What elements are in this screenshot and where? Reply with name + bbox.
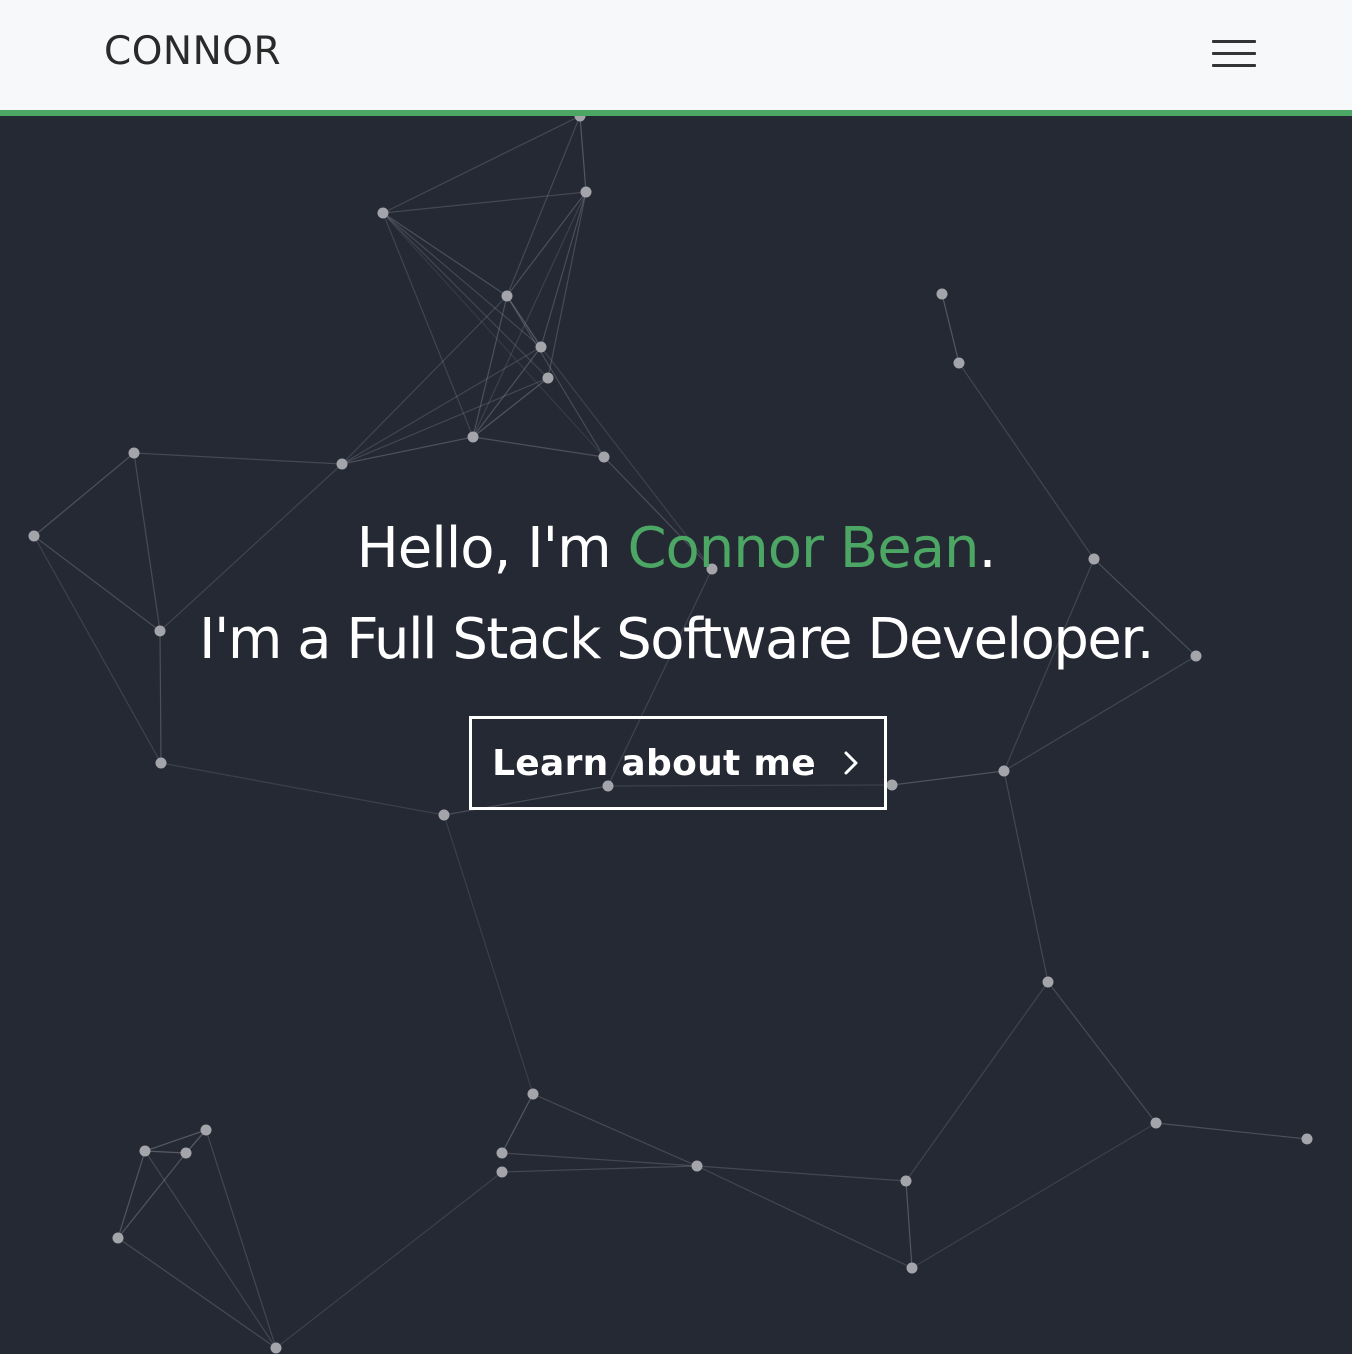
- network-node: [535, 341, 547, 353]
- network-node: [936, 288, 948, 300]
- network-node: [900, 1175, 912, 1187]
- network-edge: [579, 116, 587, 193]
- network-node: [574, 116, 586, 122]
- network-edge: [341, 377, 549, 465]
- network-edge: [341, 346, 542, 465]
- network-edge: [1155, 1122, 1308, 1140]
- network-edge: [205, 1129, 277, 1349]
- network-edge: [443, 814, 534, 1095]
- network-edge: [501, 1152, 698, 1167]
- network-node: [1301, 1133, 1313, 1145]
- hamburger-menu-icon[interactable]: [1204, 33, 1264, 75]
- menu-bar: [1212, 40, 1256, 43]
- network-node: [998, 765, 1010, 777]
- navbar: CONNOR: [0, 0, 1352, 116]
- network-node: [139, 1145, 151, 1157]
- network-edge: [547, 191, 587, 379]
- network-edge: [275, 1171, 503, 1349]
- network-edge: [506, 295, 605, 458]
- network-node: [336, 458, 348, 470]
- network-edge: [905, 981, 1049, 1182]
- network-edge: [144, 1150, 187, 1154]
- network-node: [467, 431, 479, 443]
- network-edge: [133, 452, 343, 465]
- network-node: [112, 1232, 124, 1244]
- network-edge: [382, 212, 542, 348]
- network-edge: [540, 191, 587, 348]
- network-edge: [382, 116, 581, 214]
- greeting-suffix: .: [978, 516, 997, 581]
- network-edge: [472, 436, 605, 458]
- network-node: [200, 1124, 212, 1136]
- network-edge: [941, 293, 960, 364]
- network-node: [501, 290, 513, 302]
- network-node: [270, 1342, 282, 1354]
- network-node: [180, 1147, 192, 1159]
- network-node: [1042, 976, 1054, 988]
- network-edge: [160, 762, 445, 816]
- network-node: [542, 372, 554, 384]
- greeting-prefix: Hello, I'm: [356, 516, 628, 581]
- network-edge: [501, 1165, 698, 1173]
- network-edge: [117, 1237, 277, 1349]
- network-node: [691, 1160, 703, 1172]
- network-edge: [382, 212, 474, 438]
- learn-about-me-button[interactable]: Learn about me: [469, 716, 887, 810]
- network-edge: [117, 1152, 187, 1239]
- network-edge: [506, 116, 581, 297]
- network-edge: [532, 1093, 698, 1167]
- network-node: [580, 186, 592, 198]
- network-edge: [341, 436, 474, 465]
- network-edge: [905, 1180, 913, 1269]
- network-edge: [144, 1150, 277, 1349]
- network-node: [438, 809, 450, 821]
- network-node: [953, 357, 965, 369]
- network-node: [1150, 1117, 1162, 1129]
- hero-greeting: Hello, I'm Connor Bean.: [0, 514, 1352, 584]
- menu-bar: [1212, 52, 1256, 55]
- network-node: [527, 1088, 539, 1100]
- brand-logo[interactable]: CONNOR: [104, 28, 281, 76]
- hero-section: Hello, I'm Connor Bean. I'm a Full Stack…: [0, 116, 1352, 1354]
- chevron-right-icon: [844, 751, 858, 775]
- network-edge: [382, 191, 587, 214]
- menu-bar: [1212, 64, 1256, 67]
- network-node: [155, 757, 167, 769]
- network-edge: [472, 191, 587, 438]
- network-edge: [1003, 770, 1049, 983]
- network-edge: [501, 1093, 534, 1154]
- network-node: [598, 451, 610, 463]
- hero-tagline: I'm a Full Stack Software Developer.: [198, 607, 1155, 672]
- network-node: [496, 1147, 508, 1159]
- network-node: [496, 1166, 508, 1178]
- network-node: [886, 779, 898, 791]
- hero-name: Connor Bean: [627, 516, 979, 581]
- network-edge: [696, 1165, 907, 1182]
- network-edge: [382, 212, 549, 379]
- network-node: [906, 1262, 918, 1274]
- network-edge: [891, 770, 1005, 786]
- network-edge: [382, 212, 508, 297]
- network-node: [377, 207, 389, 219]
- network-edge: [117, 1150, 146, 1239]
- network-node: [128, 447, 140, 459]
- network-edge: [506, 191, 587, 297]
- network-edge: [696, 1165, 913, 1269]
- cta-label: Learn about me: [492, 742, 816, 784]
- network-edge: [911, 1122, 1157, 1269]
- network-edge: [1047, 981, 1157, 1124]
